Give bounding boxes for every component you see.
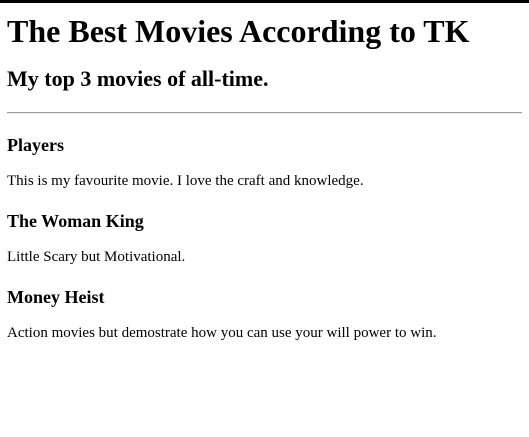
page-title: The Best Movies According to TK [7, 13, 470, 49]
movie-title: Players [7, 135, 64, 155]
movie-item: Players This is my favourite movie. I lo… [7, 135, 522, 190]
movie-description: This is my favourite movie. I love the c… [7, 173, 364, 189]
divider [7, 112, 522, 114]
top-border [0, 0, 529, 3]
page-subtitle: My top 3 movies of all-time. [7, 66, 269, 91]
movie-title: Money Heist [7, 287, 105, 307]
page-content: The Best Movies According to TK My top 3… [0, 13, 529, 342]
movie-list: Players This is my favourite movie. I lo… [7, 135, 522, 342]
movie-title: The Woman King [7, 211, 144, 231]
movie-item: The Woman King Little Scary but Motivati… [7, 211, 522, 266]
movie-description: Action movies but demostrate how you can… [7, 325, 437, 341]
movie-description: Little Scary but Motivational. [7, 249, 186, 265]
movie-item: Money Heist Action movies but demostrate… [7, 287, 522, 342]
